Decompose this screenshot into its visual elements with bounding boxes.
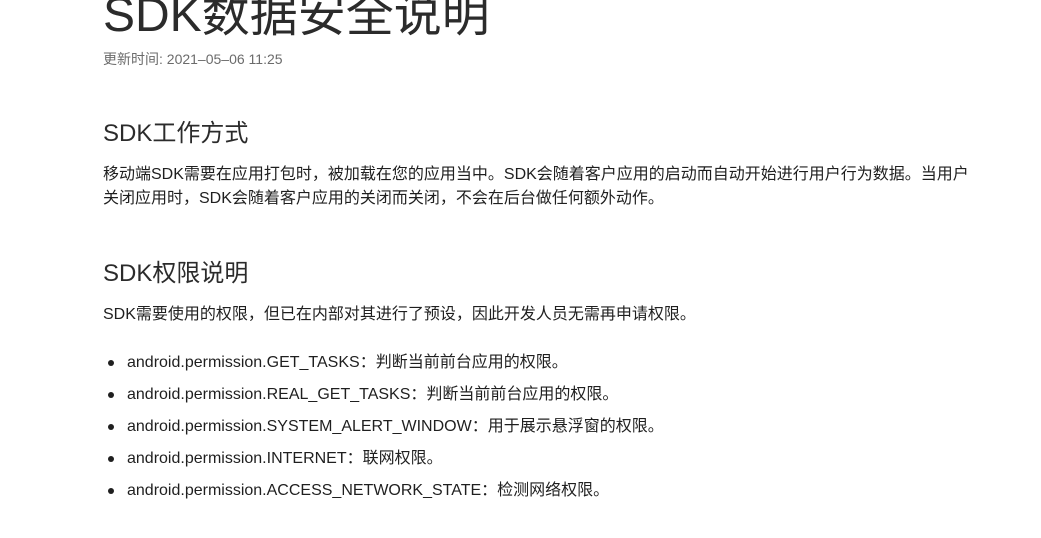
section-heading-sdk-work-mode: SDK工作方式 (103, 120, 249, 147)
permission-item-system-alert-window: android.permission.SYSTEM_ALERT_WINDOW：用… (103, 415, 978, 447)
permission-item-access-network-state: android.permission.ACCESS_NETWORK_STATE：… (103, 479, 978, 511)
section-heading-sdk-permissions: SDK权限说明 (103, 260, 249, 287)
permission-text: android.permission.SYSTEM_ALERT_WINDOW：用… (127, 418, 664, 435)
permission-item-get-tasks: android.permission.GET_TASKS：判断当前前台应用的权限… (103, 351, 978, 383)
bullet-icon (108, 488, 114, 494)
update-time: 更新时间: 2021–05–06 11:25 (103, 51, 283, 67)
section-paragraph-sdk-work-mode: 移动端SDK需要在应用打包时，被加载在您的应用当中。SDK会随着客户应用的启动而… (103, 166, 969, 207)
permission-text: android.permission.INTERNET：联网权限。 (127, 450, 443, 467)
permission-item-real-get-tasks: android.permission.REAL_GET_TASKS：判断当前前台… (103, 383, 978, 415)
permission-item-internet: android.permission.INTERNET：联网权限。 (103, 447, 978, 479)
section-paragraph-sdk-permissions: SDK需要使用的权限，但已在内部对其进行了预设，因此开发人员无需再申请权限。 (103, 306, 696, 323)
bullet-icon (108, 392, 114, 398)
bullet-icon (108, 456, 114, 462)
permission-text: android.permission.REAL_GET_TASKS：判断当前前台… (127, 386, 619, 403)
bullet-icon (108, 424, 114, 430)
bullet-icon (108, 360, 114, 366)
permission-text: android.permission.ACCESS_NETWORK_STATE：… (127, 482, 610, 499)
permission-text: android.permission.GET_TASKS：判断当前前台应用的权限… (127, 354, 568, 371)
permission-list: android.permission.GET_TASKS：判断当前前台应用的权限… (103, 351, 978, 511)
page-title: SDK数据安全说明 (103, 0, 490, 42)
